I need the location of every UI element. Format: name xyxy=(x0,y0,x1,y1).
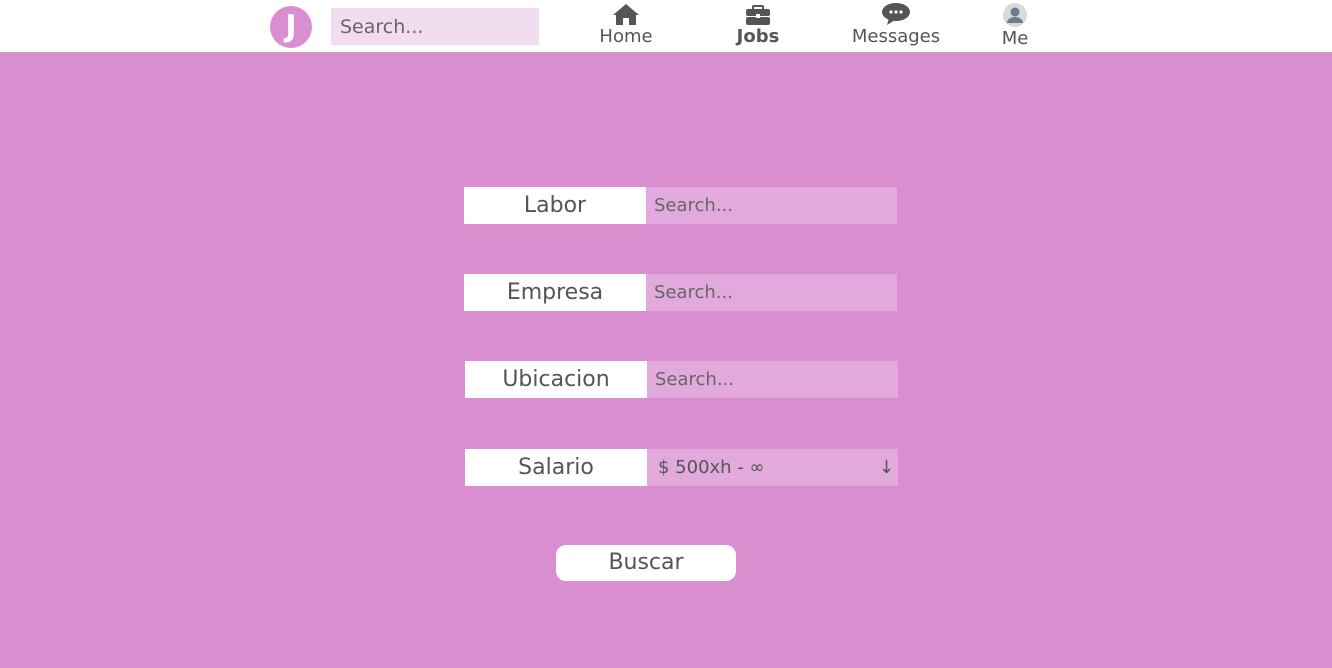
empresa-search-input[interactable] xyxy=(646,274,897,311)
labor-label: Labor xyxy=(464,187,646,224)
salario-label: Salario xyxy=(465,449,647,486)
nav-label-messages: Messages xyxy=(851,26,941,47)
top-navigation-bar: J Home Jobs Messages Me xyxy=(0,0,1332,53)
nav-item-home[interactable]: Home xyxy=(594,2,658,50)
salary-selected-value: $ 500xh - ∞ xyxy=(658,457,765,478)
nav-label-me: Me xyxy=(1001,28,1029,49)
labor-search-input[interactable] xyxy=(646,187,897,224)
empresa-label: Empresa xyxy=(464,274,646,311)
app-logo[interactable]: J xyxy=(270,6,312,48)
nav-label-jobs: Jobs xyxy=(736,26,780,47)
nav-item-me[interactable]: Me xyxy=(995,2,1035,50)
arrow-down-icon: ↓ xyxy=(878,457,894,478)
home-icon xyxy=(613,4,639,25)
chat-bubble-icon xyxy=(882,3,910,25)
salary-select[interactable]: $ 500xh - ∞ ↓ xyxy=(647,449,898,486)
buscar-button[interactable]: Buscar xyxy=(556,545,736,581)
nav-item-jobs[interactable]: Jobs xyxy=(728,2,788,50)
ubicacion-label: Ubicacion xyxy=(465,361,647,398)
briefcase-icon xyxy=(746,5,770,25)
ubicacion-search-input[interactable] xyxy=(647,361,898,398)
avatar-icon xyxy=(1003,3,1027,27)
header-search-input[interactable] xyxy=(331,8,539,45)
nav-label-home: Home xyxy=(599,26,653,47)
nav-item-messages[interactable]: Messages xyxy=(846,2,946,50)
